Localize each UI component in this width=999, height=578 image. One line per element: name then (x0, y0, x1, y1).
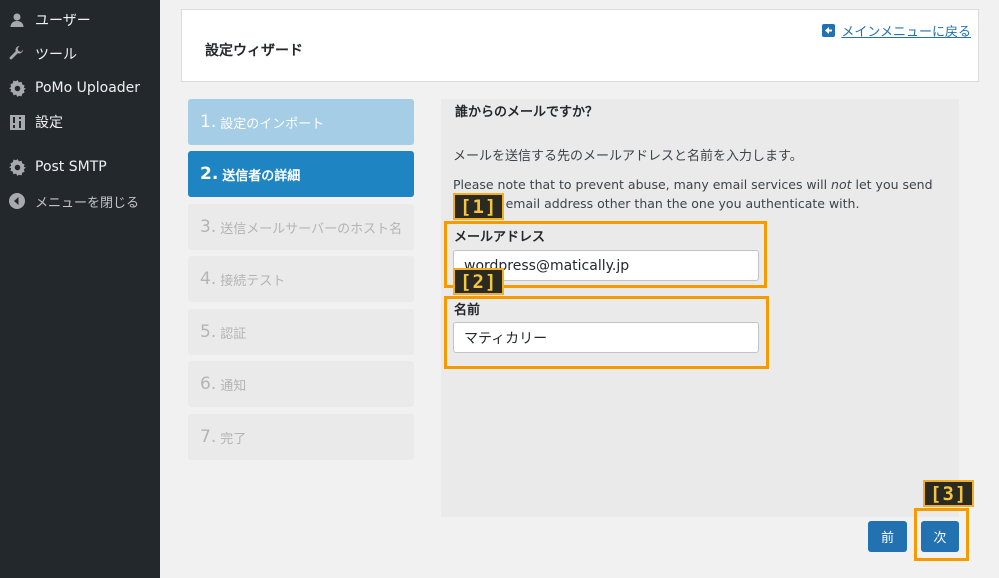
wizard-header: 設定ウィザード メインメニューに戻る (181, 9, 979, 82)
annotation-tag-1: [1] (453, 193, 505, 220)
step-connection-test[interactable]: 4. 接続テスト (188, 256, 414, 302)
step-number: 6. (200, 374, 217, 394)
gear-icon (8, 158, 26, 176)
step-number: 5. (200, 322, 217, 342)
annotation-tag-2: [2] (453, 268, 505, 295)
page-title: 設定ウィザード (205, 43, 303, 59)
sidebar-item-tools[interactable]: ツール (0, 38, 160, 70)
settings-grid-icon (8, 113, 26, 131)
note-emphasis: not (831, 177, 852, 192)
step-number: 2. (200, 164, 219, 184)
step-outgoing-host[interactable]: 3. 送信メールサーバーのホスト名 (188, 204, 414, 250)
step-label: 接続テスト (220, 273, 286, 289)
section-description: メールを送信する先のメールアドレスと名前を入力します。 (453, 149, 803, 164)
step-import-settings[interactable]: 1. 設定のインポート (188, 99, 414, 145)
step-complete[interactable]: 7. 完了 (188, 414, 414, 460)
sidebar-item-post-smtp[interactable]: Post SMTP (0, 151, 160, 183)
step-number: 7. (200, 427, 217, 447)
previous-button[interactable]: 前 (868, 521, 907, 552)
back-arrow-icon (822, 24, 836, 37)
user-icon (8, 11, 26, 29)
sidebar-item-label: Post SMTP (35, 159, 107, 175)
note-text: Please note that to prevent abuse, many … (453, 177, 832, 192)
step-label: 認証 (220, 326, 247, 342)
step-number: 1. (200, 112, 217, 132)
wrench-icon (8, 45, 26, 63)
sidebar-item-settings[interactable]: 設定 (0, 106, 160, 138)
gear-icon (8, 79, 26, 97)
sidebar-item-label: メニューを閉じる (35, 195, 140, 211)
step-label: 設定のインポート (220, 116, 325, 132)
back-link-label: メインメニューに戻る (841, 25, 971, 40)
sidebar-item-pomo-uploader[interactable]: PoMo Uploader (0, 72, 160, 104)
step-sender-details[interactable]: 2. 送信者の詳細 (188, 151, 414, 197)
sidebar-item-label: ツール (35, 47, 77, 63)
sidebar-collapse-menu[interactable]: メニューを閉じる (0, 185, 160, 217)
collapse-arrow-icon (8, 192, 26, 210)
section-heading: 誰からのメールですか？ (455, 105, 599, 120)
sidebar-item-label: 設定 (35, 115, 63, 131)
step-label: 完了 (220, 431, 247, 447)
sidebar-item-users[interactable]: ユーザー (0, 4, 160, 36)
step-number: 4. (200, 269, 217, 289)
back-to-main-menu-link[interactable]: メインメニューに戻る (822, 21, 971, 40)
sender-details-panel: 誰からのメールですか？ メールを送信する先のメールアドレスと名前を入力します。 … (441, 99, 959, 517)
name-label: 名前 (454, 303, 481, 318)
admin-sidebar: ユーザー ツール PoMo Uploader 設定 Post SMTP メニュー… (0, 0, 160, 578)
step-label: 送信者の詳細 (222, 168, 301, 184)
email-label: メールアドレス (454, 230, 546, 245)
annotation-tag-3: [3] (923, 480, 975, 507)
step-label: 通知 (220, 378, 247, 394)
next-button[interactable]: 次 (921, 521, 959, 552)
step-authentication[interactable]: 5. 認証 (188, 309, 414, 355)
step-number: 3. (200, 217, 217, 237)
abuse-note: Please note that to prevent abuse, many … (453, 175, 953, 213)
step-notifications[interactable]: 6. 通知 (188, 361, 414, 407)
step-label: 送信メールサーバーのホスト名 (220, 221, 403, 237)
sidebar-item-label: ユーザー (35, 13, 91, 29)
name-field[interactable] (453, 322, 759, 353)
sidebar-item-label: PoMo Uploader (35, 80, 141, 96)
